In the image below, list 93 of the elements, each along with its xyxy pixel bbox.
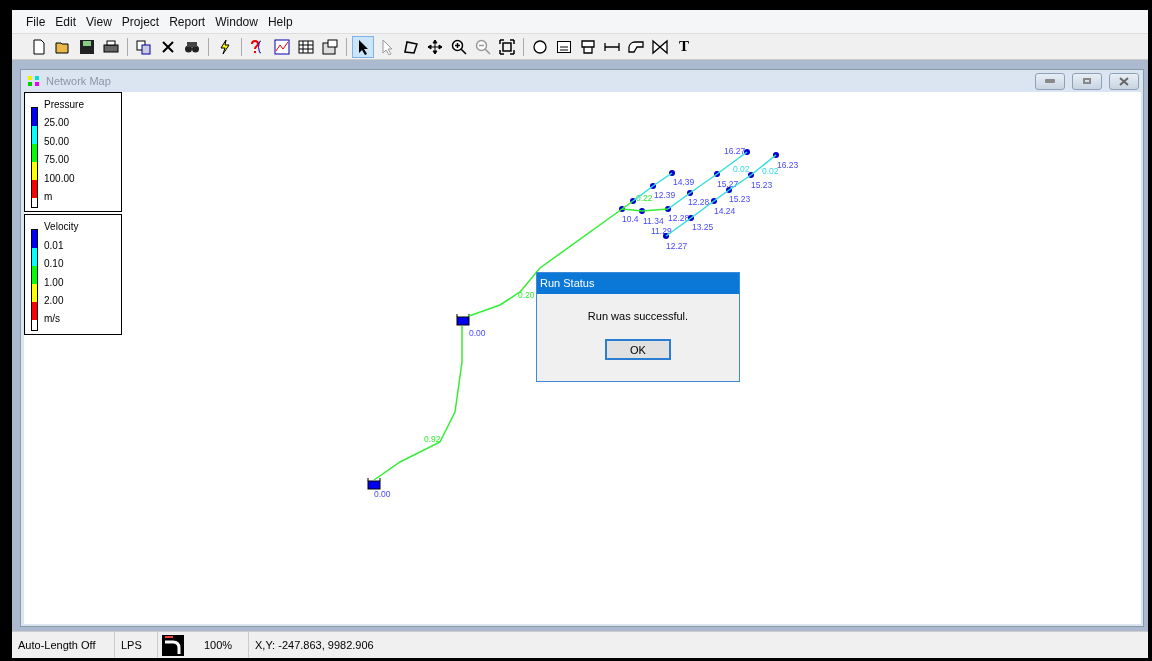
menu-item[interactable]: Edit	[50, 14, 82, 29]
junction-node	[711, 198, 717, 204]
new-icon	[31, 38, 47, 55]
legend-title: Velocity	[44, 220, 79, 235]
pressure-label: 11.34	[643, 216, 664, 226]
pressure-label: 11.29	[651, 226, 672, 236]
pressure-label: 15.23	[751, 180, 773, 190]
menu-item[interactable]: File	[21, 14, 51, 29]
junction-node	[630, 198, 636, 204]
junction-node	[665, 206, 671, 212]
pan-icon	[427, 38, 443, 55]
junction-node	[714, 171, 720, 177]
junction-node	[744, 149, 750, 155]
zoom-level-status: 100%	[188, 632, 249, 658]
flow-units-status: LPS	[115, 632, 158, 658]
legend-title: Pressure	[44, 98, 84, 112]
flow-label: 0.20	[518, 290, 535, 300]
close-button[interactable]	[1109, 72, 1139, 90]
menu-item[interactable]: View	[81, 14, 117, 29]
delete-icon	[160, 38, 176, 55]
pressure-label: 12.27	[666, 241, 688, 251]
save-icon	[79, 38, 95, 55]
tank-node	[456, 313, 470, 326]
legend-value: 0.01	[44, 238, 65, 253]
network-map-icon	[27, 75, 41, 87]
junction-node	[688, 215, 694, 221]
options-icon	[322, 38, 338, 55]
pressure-label: 0.00	[469, 328, 486, 338]
auto-length-status: Auto-Length Off	[12, 632, 115, 658]
legend-value: 100.00	[44, 171, 76, 186]
junction-node	[748, 172, 754, 178]
flow-label: 0.02	[762, 166, 779, 176]
valve-icon	[652, 38, 668, 55]
zoom-out-icon	[475, 38, 491, 55]
legend-value: 75.00	[44, 153, 71, 168]
legend-unit: m/s	[44, 312, 62, 327]
flow-label: 0.92	[424, 434, 441, 444]
reservoir-icon	[556, 38, 572, 55]
junction-node	[650, 183, 656, 189]
junction-node	[639, 208, 645, 214]
legend-value: 0.10	[44, 257, 65, 272]
pressure-label: 12.39	[654, 190, 676, 200]
flow-label: 0.22	[636, 193, 653, 203]
legend-value: 1.00	[44, 275, 65, 290]
window-title: Network Map	[46, 75, 111, 87]
zoom-in-icon	[451, 38, 467, 55]
junction-node	[687, 190, 693, 196]
pressure-label: 15.27	[717, 179, 739, 189]
pressure-label: 16.23	[777, 160, 799, 170]
pump-icon	[628, 38, 644, 55]
junction-icon	[532, 38, 548, 55]
legend-value: 25.00	[44, 116, 71, 131]
junction-node	[663, 233, 669, 239]
pressure-label: 15.23	[729, 194, 751, 204]
menu-item[interactable]: Window	[210, 14, 263, 29]
menu-item[interactable]: Report	[164, 14, 211, 29]
pressure-label: 12.28	[688, 197, 710, 207]
minimize-button[interactable]	[1035, 72, 1065, 90]
junction-node	[619, 206, 625, 212]
extent-icon	[499, 38, 515, 55]
label-tool-button[interactable]: T	[673, 35, 695, 58]
table-icon	[298, 38, 314, 55]
close-icon	[1119, 76, 1129, 86]
region-icon	[403, 38, 419, 55]
pressure-label: 14.39	[673, 177, 695, 187]
legend-value: 2.00	[44, 293, 65, 308]
menu-item[interactable]: Project	[116, 14, 165, 29]
tank-icon	[580, 38, 596, 55]
tank-node	[367, 477, 381, 490]
dialog-title: Run Status	[537, 273, 739, 294]
pressure-label: 0.00	[374, 489, 391, 499]
legend-value: 50.00	[44, 134, 71, 149]
pressure-label: 14.24	[714, 206, 736, 216]
menu-item[interactable]: Help	[262, 14, 298, 29]
pressure-label: 10.4	[622, 214, 639, 224]
coordinates-status: X,Y: -247.863, 9982.906	[254, 638, 375, 653]
restore-button[interactable]	[1072, 72, 1102, 90]
flow-label: 0.02	[733, 164, 750, 174]
pressure-label: 13.25	[692, 222, 714, 232]
ok-button[interactable]: OK	[605, 339, 671, 360]
select-button[interactable]	[352, 35, 374, 58]
junction-node	[669, 170, 675, 176]
vertex-icon	[379, 38, 395, 55]
junction-node	[726, 187, 732, 193]
copy-icon	[136, 38, 152, 55]
run-status-icon	[162, 634, 184, 656]
legend-unit: m	[44, 189, 54, 204]
junction-node	[773, 152, 779, 158]
dialog-message: Run was successful.	[587, 310, 689, 322]
run-icon	[217, 38, 233, 55]
pressure-label: 16.27	[724, 146, 746, 156]
print-icon	[103, 38, 119, 55]
graph-icon	[274, 38, 290, 55]
